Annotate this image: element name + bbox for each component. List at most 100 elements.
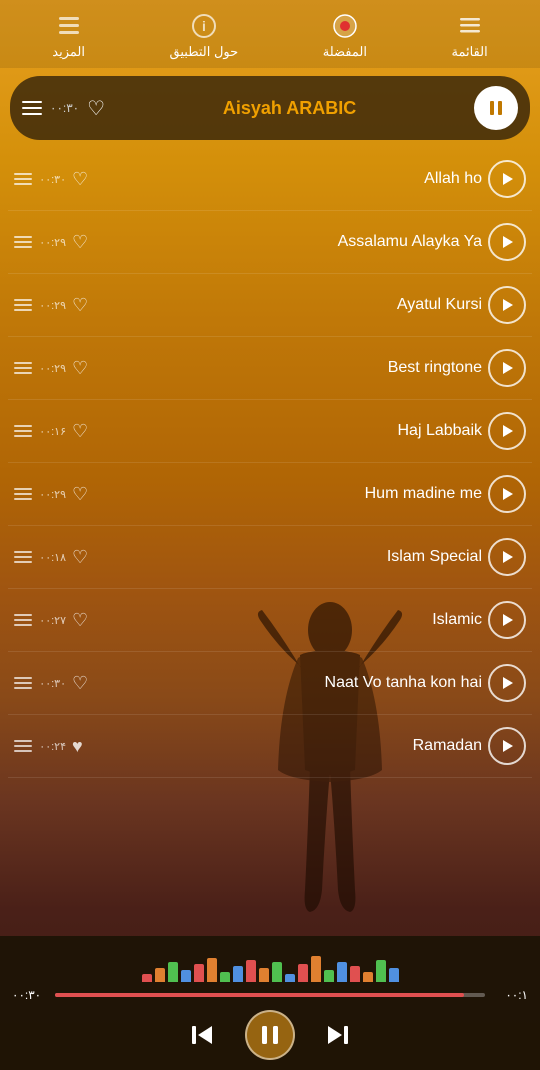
song-item-8: ‎۰۰:۲۷ ♡ Islamic	[8, 589, 532, 652]
song-heart[interactable]: ♡	[72, 547, 88, 568]
waveform-bar	[324, 970, 334, 982]
song-heart[interactable]: ♥	[72, 736, 83, 757]
waveform-bar	[259, 968, 269, 982]
song-play-button[interactable]	[488, 412, 526, 450]
song-title: Best ringtone	[94, 359, 482, 377]
next-button[interactable]	[315, 1013, 359, 1057]
waveform-bar	[246, 960, 256, 982]
song-menu-icon[interactable]	[14, 740, 32, 752]
song-play-button[interactable]	[488, 475, 526, 513]
song-title: Islam Special	[94, 548, 482, 566]
song-time: ‎۰۰:۲۹	[38, 299, 66, 312]
waveform-bar	[142, 974, 152, 982]
nav-list-label: القائمة	[451, 44, 487, 60]
nav-favorites-label: المفضلة	[323, 44, 367, 60]
song-title: Naat Vo tanha kon hai	[94, 674, 482, 692]
waveform-bar	[350, 966, 360, 982]
song-item-6: ‎۰۰:۲۹ ♡ Hum madine me	[8, 463, 532, 526]
song-menu-icon[interactable]	[14, 362, 32, 374]
song-play-button[interactable]	[488, 727, 526, 765]
song-item-left: ‎۰۰:۲۴ ♥	[14, 736, 84, 757]
song-heart[interactable]: ♡	[72, 169, 88, 190]
song-play-button[interactable]	[488, 601, 526, 639]
song-heart[interactable]: ♡	[72, 484, 88, 505]
waveform-bar	[337, 962, 347, 982]
song-play-button[interactable]	[488, 223, 526, 261]
song-item-left: ‎۰۰:۱۶ ♡	[14, 421, 88, 442]
favorites-icon	[331, 12, 359, 40]
total-time: ‎۰۰:۱	[493, 988, 528, 1002]
nav-more[interactable]: المزيد	[52, 12, 85, 60]
song-heart[interactable]: ♡	[72, 610, 88, 631]
now-playing-heart[interactable]: ♡	[87, 96, 105, 121]
song-heart[interactable]: ♡	[72, 295, 88, 316]
song-title: Islamic	[94, 611, 482, 629]
list-icon	[456, 12, 484, 40]
song-item-4: ‎۰۰:۲۹ ♡ Best ringtone	[8, 337, 532, 400]
song-heart[interactable]: ♡	[72, 232, 88, 253]
now-playing-pause-button[interactable]	[474, 86, 518, 130]
song-item-left: ‎۰۰:۲۷ ♡	[14, 610, 88, 631]
player-pause-button[interactable]	[245, 1010, 295, 1060]
song-play-button[interactable]	[488, 286, 526, 324]
song-item-left: ‎۰۰:۲۹ ♡	[14, 295, 88, 316]
song-time: ‎۰۰:۱۶	[38, 425, 66, 438]
waveform-bar	[220, 972, 230, 982]
song-menu-icon[interactable]	[14, 551, 32, 563]
waveform-bar	[233, 966, 243, 982]
song-item-10: ‎۰۰:۲۴ ♥ Ramadan	[8, 715, 532, 778]
waveform-bar	[168, 962, 178, 982]
song-time: ‎۰۰:۳۰	[38, 173, 66, 186]
waveform-bar	[311, 956, 321, 982]
song-menu-icon[interactable]	[14, 299, 32, 311]
waveform-bar	[194, 964, 204, 982]
song-menu-icon[interactable]	[14, 236, 32, 248]
song-heart[interactable]: ♡	[72, 673, 88, 694]
song-heart[interactable]: ♡	[72, 358, 88, 379]
song-menu-icon[interactable]	[14, 425, 32, 437]
progress-bar[interactable]	[55, 993, 485, 997]
song-play-button[interactable]	[488, 160, 526, 198]
song-item-left: ‎۰۰:۱۸ ♡	[14, 547, 88, 568]
hamburger-icon[interactable]	[22, 101, 42, 115]
top-nav: المزيد i حول التطبيق المفضلة القا	[0, 0, 540, 68]
waveform-bar	[298, 964, 308, 982]
song-item-left: ‎۰۰:۳۰ ♡	[14, 673, 88, 694]
song-item-5: ‎۰۰:۱۶ ♡ Haj Labbaik	[8, 400, 532, 463]
nav-about[interactable]: i حول التطبيق	[170, 12, 239, 60]
player-controls	[12, 1010, 528, 1060]
waveform-bar	[155, 968, 165, 982]
song-play-button[interactable]	[488, 664, 526, 702]
song-menu-icon[interactable]	[14, 488, 32, 500]
now-playing-title: Aisyah ARABIC	[105, 98, 474, 119]
more-icon	[55, 12, 83, 40]
waveform-bar	[376, 960, 386, 982]
song-heart[interactable]: ♡	[72, 421, 88, 442]
current-time: ۰۰:۳۰	[12, 988, 47, 1002]
song-menu-icon[interactable]	[14, 614, 32, 626]
song-title: Hum madine me	[94, 485, 482, 503]
song-title: Allah ho	[94, 170, 482, 188]
nav-about-label: حول التطبيق	[170, 44, 239, 60]
svg-text:i: i	[202, 18, 206, 34]
song-play-button[interactable]	[488, 349, 526, 387]
song-menu-icon[interactable]	[14, 677, 32, 689]
song-time: ‎۰۰:۲۹	[38, 362, 66, 375]
nav-list[interactable]: القائمة	[451, 12, 487, 60]
now-playing-bar: ‎۰۰:۳۰ ♡ Aisyah ARABIC	[10, 76, 530, 140]
waveform-bar	[181, 970, 191, 982]
waveform-bar	[272, 962, 282, 982]
prev-button[interactable]	[181, 1013, 225, 1057]
progress-row: ۰۰:۳۰ ‎۰۰:۱	[12, 988, 528, 1002]
now-playing-time: ‎۰۰:۳۰	[50, 101, 79, 115]
nav-favorites[interactable]: المفضلة	[323, 12, 367, 60]
waveform-bar	[285, 974, 295, 982]
song-time: ‎۰۰:۱۸	[38, 551, 66, 564]
waveform-bar	[389, 968, 399, 982]
song-time: ‎۰۰:۳۰	[38, 677, 66, 690]
song-menu-icon[interactable]	[14, 173, 32, 185]
song-item-3: ‎۰۰:۲۹ ♡ Ayatul Kursi	[8, 274, 532, 337]
song-time: ‎۰۰:۲۷	[38, 614, 66, 627]
song-time: ‎۰۰:۲۴	[38, 740, 66, 753]
song-play-button[interactable]	[488, 538, 526, 576]
